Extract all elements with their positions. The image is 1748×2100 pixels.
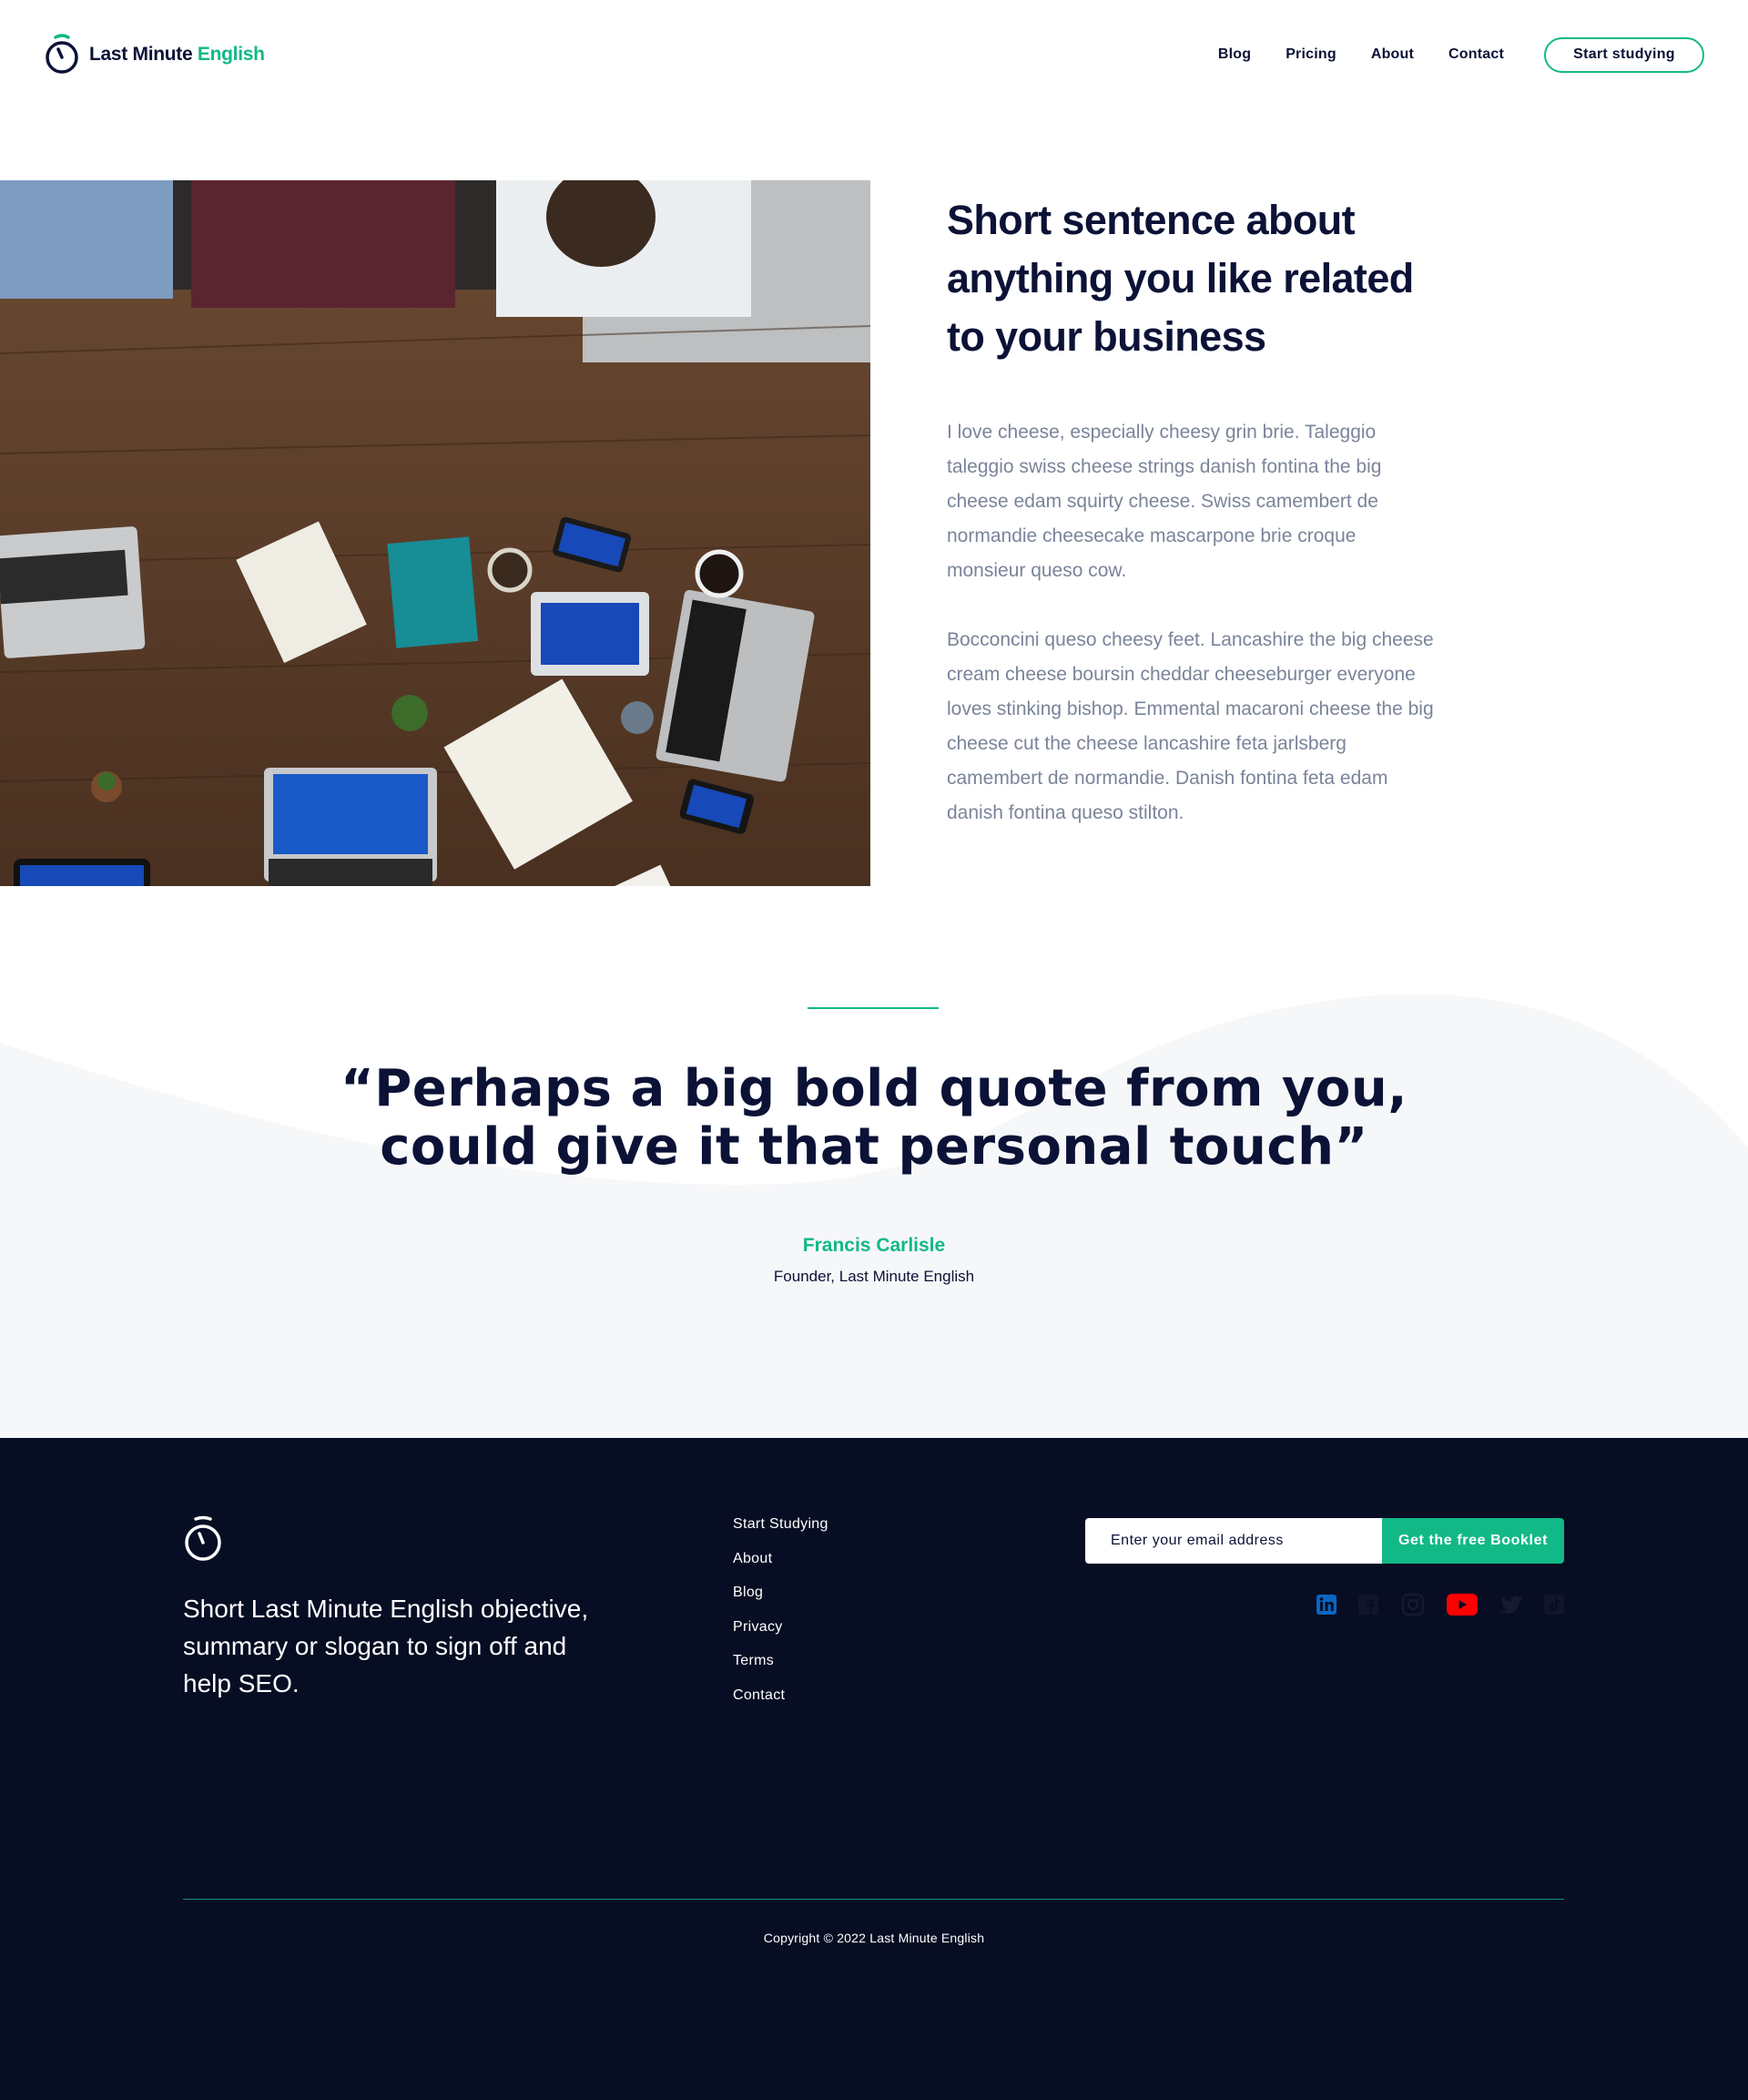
footer-link-blog[interactable]: Blog bbox=[733, 1585, 828, 1619]
feature-paragraph: Bocconcini queso cheesy feet. Lancashire… bbox=[947, 629, 1434, 823]
nav-pricing[interactable]: Pricing bbox=[1268, 46, 1354, 63]
main-nav: Blog Pricing About Contact Start studyin… bbox=[1201, 36, 1704, 73]
feature-text: Short sentence about anything you like r… bbox=[947, 191, 1457, 831]
team-meeting-photo bbox=[0, 180, 870, 886]
nav-blog[interactable]: Blog bbox=[1201, 46, 1268, 63]
logo[interactable]: Last Minute English bbox=[44, 33, 265, 76]
logo-text: Last Minute English bbox=[89, 44, 265, 65]
feature-title: Short sentence about anything you like r… bbox=[947, 197, 1414, 360]
email-input[interactable] bbox=[1085, 1518, 1382, 1564]
stopwatch-icon bbox=[46, 34, 78, 74]
quote-author-role: Founder, Last Minute English bbox=[773, 1268, 975, 1285]
nav-contact[interactable]: Contact bbox=[1431, 46, 1521, 63]
quote-divider bbox=[808, 1007, 939, 1009]
footer-link-terms[interactable]: Terms bbox=[733, 1653, 828, 1687]
subscribe-form: Get the free Booklet bbox=[1085, 1518, 1564, 1564]
twitter-icon[interactable] bbox=[1499, 1595, 1522, 1618]
footer-link-contact[interactable]: Contact bbox=[733, 1687, 828, 1722]
site-footer: Short Last Minute English objective, sum… bbox=[0, 1438, 1748, 2100]
instagram-icon[interactable] bbox=[1401, 1593, 1425, 1621]
get-booklet-button[interactable]: Get the free Booklet bbox=[1382, 1518, 1564, 1564]
copyright: Copyright © 2022 Last Minute English bbox=[763, 1931, 985, 1945]
stopwatch-icon bbox=[185, 1515, 221, 1561]
footer-tagline: Short Last Minute English objective, sum… bbox=[183, 1595, 589, 1697]
start-studying-button[interactable]: Start studying bbox=[1544, 36, 1704, 73]
footer-link-about[interactable]: About bbox=[733, 1551, 828, 1585]
footer-link-privacy[interactable]: Privacy bbox=[733, 1619, 828, 1654]
quote-background bbox=[0, 965, 1748, 1439]
site-header: Last Minute English Blog Pricing About C… bbox=[0, 0, 1748, 109]
feature-paragraph: I love cheese, especially cheesy grin br… bbox=[947, 422, 1382, 581]
pull-quote: “Perhaps a big bold quote from you, coul… bbox=[340, 1059, 1408, 1177]
youtube-icon[interactable] bbox=[1447, 1593, 1479, 1620]
tiktok-icon[interactable] bbox=[1543, 1594, 1564, 1619]
footer-links: Start Studying About Blog Privacy Terms … bbox=[733, 1516, 828, 1721]
footer-link-start-studying[interactable]: Start Studying bbox=[733, 1516, 828, 1551]
quote-author: Francis Carlisle bbox=[802, 1235, 946, 1256]
linkedin-icon[interactable] bbox=[1316, 1594, 1336, 1619]
facebook-icon[interactable] bbox=[1358, 1594, 1379, 1619]
nav-about[interactable]: About bbox=[1354, 46, 1431, 63]
social-links bbox=[1316, 1593, 1564, 1620]
footer-divider bbox=[183, 1899, 1564, 1900]
